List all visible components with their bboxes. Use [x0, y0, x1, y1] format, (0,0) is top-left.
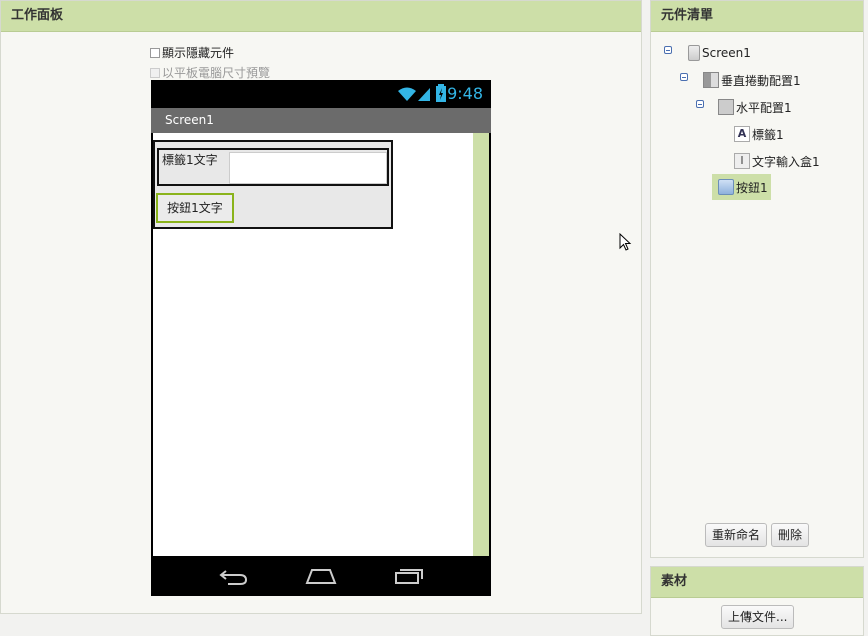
recents-icon[interactable] — [379, 562, 439, 590]
textbox-icon: I — [734, 153, 750, 169]
phone-preview: 9:48 Screen1 標籤1文字 按鈕1文字 — [151, 80, 491, 596]
tree-node-vertical-scroll[interactable]: 垂直捲動配置1 — [703, 70, 801, 90]
checkbox-box[interactable] — [150, 47, 160, 58]
vertical-arrangement-icon — [703, 72, 719, 88]
tree-label-vertical-scroll: 垂直捲動配置1 — [721, 73, 801, 88]
screen-canvas: 標籤1文字 按鈕1文字 — [153, 133, 489, 556]
screen-title-bar: Screen1 — [151, 108, 491, 133]
navigation-bar — [151, 556, 491, 596]
media-header: 素材 — [651, 567, 863, 598]
status-bar: 9:48 — [151, 80, 491, 108]
tree-node-screen[interactable]: Screen1 — [688, 43, 751, 63]
home-icon[interactable] — [291, 562, 351, 590]
horizontal-arrangement[interactable]: 標籤1文字 — [157, 148, 389, 186]
tablet-preview-label: 以平板電腦尺寸預覽 — [162, 66, 271, 80]
screen-icon — [688, 45, 700, 61]
checkbox-box[interactable] — [150, 67, 160, 78]
label-icon: A — [734, 126, 750, 142]
tablet-preview-checkbox[interactable]: 以平板電腦尺寸預覽 — [150, 64, 270, 81]
tree-node-horizontal[interactable]: 水平配置1 — [718, 97, 792, 117]
wifi-icon — [398, 87, 416, 101]
collapse-toggle-icon[interactable] — [696, 100, 704, 108]
collapse-toggle-icon[interactable] — [680, 73, 688, 81]
screen-title: Screen1 — [165, 113, 214, 127]
button1[interactable]: 按鈕1文字 — [156, 193, 234, 223]
tree-label-button: 按鈕1 — [736, 180, 768, 195]
tree-node-button[interactable]: 按鈕1 — [712, 174, 771, 200]
tree-label-textbox: 文字輸入盒1 — [752, 154, 820, 169]
status-clock: 9:48 — [447, 84, 483, 103]
tree-label-label: 標籤1 — [752, 127, 784, 142]
screen-scrollbar[interactable] — [473, 133, 489, 556]
rename-button[interactable]: 重新命名 — [705, 523, 768, 547]
tree-node-textbox[interactable]: I 文字輸入盒1 — [734, 151, 820, 171]
tree-node-label[interactable]: A 標籤1 — [734, 124, 784, 144]
tree-label-horizontal: 水平配置1 — [736, 100, 792, 115]
label1[interactable]: 標籤1文字 — [162, 151, 218, 168]
components-header: 元件清單 — [651, 1, 863, 32]
signal-icon — [418, 88, 430, 101]
collapse-toggle-icon[interactable] — [664, 46, 672, 54]
mouse-cursor-icon — [619, 233, 632, 251]
upload-file-button[interactable]: 上傳文件... — [721, 605, 795, 629]
show-hidden-checkbox[interactable]: 顯示隱藏元件 — [150, 44, 234, 61]
battery-icon — [436, 84, 446, 102]
horizontal-arrangement-icon — [718, 99, 734, 115]
button-icon — [718, 179, 734, 195]
show-hidden-label: 顯示隱藏元件 — [162, 46, 235, 60]
viewer-header: 工作面板 — [1, 1, 641, 32]
textbox1[interactable] — [229, 152, 387, 184]
tree-label-screen: Screen1 — [702, 46, 751, 60]
back-icon[interactable] — [203, 562, 263, 590]
vertical-scroll-arrangement[interactable]: 標籤1文字 按鈕1文字 — [153, 140, 393, 229]
delete-button[interactable]: 刪除 — [771, 523, 810, 547]
